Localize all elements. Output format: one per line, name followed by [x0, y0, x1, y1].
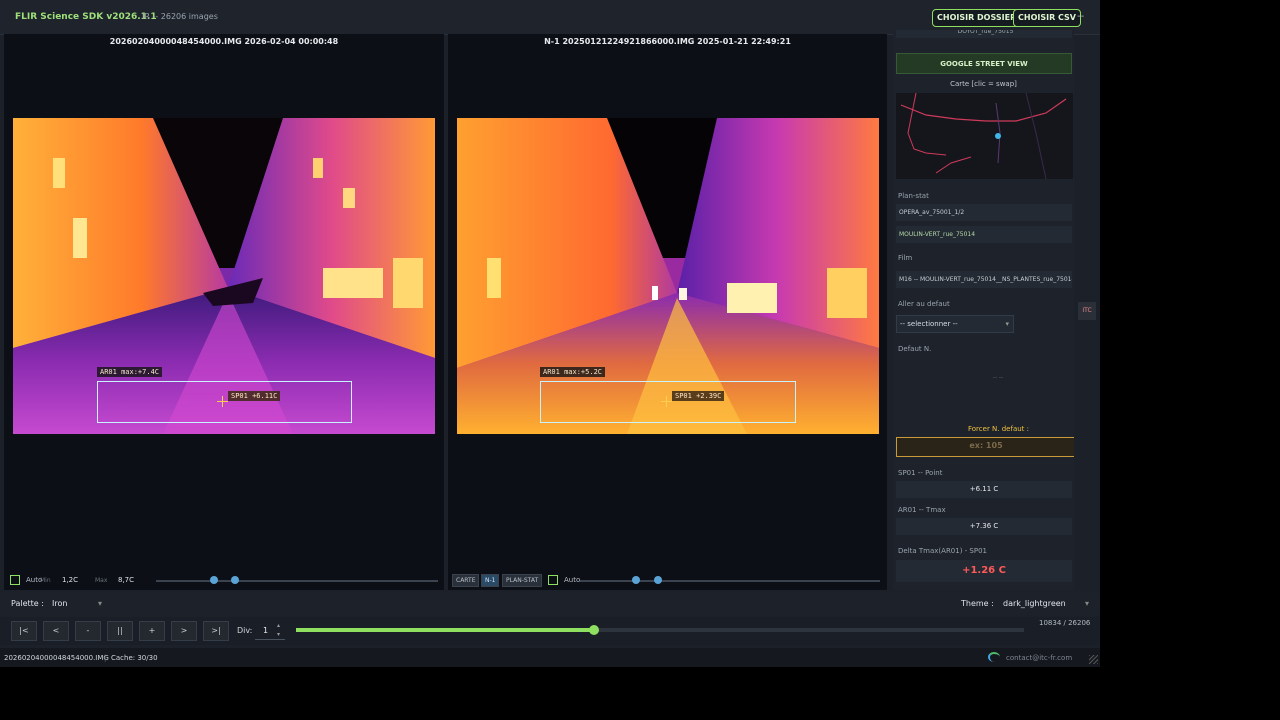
- next-frame-button[interactable]: >: [171, 621, 197, 641]
- transport-bar: |< < - || + > >| Div: 1 ▴ ▾ 10834 / 26206: [0, 617, 1100, 645]
- div-stepper[interactable]: 1 ▴ ▾: [255, 621, 285, 640]
- frame-counter: 10834 / 26206: [1039, 619, 1091, 627]
- itc-badge[interactable]: ITC: [1078, 302, 1096, 320]
- ar-tmax-label: AR01 -- Tmax: [898, 506, 946, 514]
- right-viewer-title: N-1 20250121224921866000.IMG 2025-01-21 …: [544, 37, 791, 46]
- right-auto-label: Auto: [564, 576, 581, 584]
- div-label: Div:: [237, 626, 253, 635]
- sidebar: DOYOT_rue_75015 GOOGLE STREET VIEW Carte…: [893, 30, 1074, 590]
- plan-stat-button[interactable]: PLAN-STAT: [502, 574, 543, 587]
- left-max-label: Max: [95, 577, 108, 584]
- chevron-down-icon: ▾: [1005, 320, 1009, 328]
- pause-button[interactable]: ||: [107, 621, 133, 641]
- force-default-input[interactable]: ex: 105: [896, 437, 1074, 457]
- right-spot-label: SP01 +2.39C: [672, 391, 725, 401]
- right-spot-crosshair-icon[interactable]: [661, 396, 672, 407]
- ar-tmax-value: +7.36 C: [896, 518, 1072, 535]
- left-auto-checkbox[interactable]: [10, 575, 20, 585]
- itc-logo-icon: [988, 652, 1000, 662]
- plan-stat-label: Plan-stat: [898, 192, 929, 200]
- contact-link[interactable]: contact@itc-fr.com: [1006, 654, 1072, 662]
- google-street-view-button[interactable]: GOOGLE STREET VIEW: [896, 53, 1072, 74]
- goto-default-label: Aller au defaut: [898, 300, 950, 308]
- prev-frame-button[interactable]: <: [43, 621, 69, 641]
- ir-image-count: IR -- 26206 images: [142, 12, 218, 21]
- sp-point-value: +6.11 C: [896, 481, 1072, 498]
- film-value[interactable]: M16 -- MOULIN-VERT_rue_75014__NS_PLANTES…: [896, 271, 1072, 288]
- palette-label: Palette :: [11, 599, 44, 608]
- film-label: Film: [898, 254, 913, 262]
- theme-select-value: dark_lightgreen: [1003, 599, 1066, 608]
- frame-progress-fill: [296, 628, 595, 632]
- status-bar: 20260204000048454000.IMG | Cache: 30/30 …: [0, 648, 1100, 667]
- right-roi-label: AR01 max:+5.2C: [540, 367, 606, 377]
- right-auto-checkbox[interactable]: [548, 575, 558, 585]
- map-routes: [900, 92, 1067, 180]
- div-value: 1: [263, 626, 269, 635]
- force-default-placeholder: ex: 105: [969, 441, 1003, 450]
- plan-stat-item-2[interactable]: MOULIN-VERT_rue_75014: [896, 226, 1072, 243]
- stepper-arrows-icon: ▴ ▾: [277, 622, 281, 638]
- goto-default-select-value: -- selectionner --: [900, 320, 958, 328]
- right-range-min-thumb[interactable]: [632, 576, 640, 584]
- right-control-bar: CARTE N-1 PLAN-STAT Auto: [452, 571, 882, 589]
- left-range-slider-track[interactable]: [156, 580, 438, 582]
- status-file: 20260204000048454000.IMG: [4, 654, 109, 662]
- default-number-value: -- --: [992, 374, 1004, 381]
- left-spot-crosshair-icon[interactable]: [217, 396, 228, 407]
- left-viewer-title: 20260204000048454000.IMG 2026-02-04 00:0…: [109, 37, 339, 46]
- status-cache: Cache: 30/30: [111, 654, 158, 662]
- left-control-bar: Auto Min 1,2C Max 8,7C: [8, 571, 438, 589]
- menu-button[interactable]: --: [1077, 11, 1084, 22]
- left-roi-label: AR01 max:+7.4C: [97, 367, 163, 377]
- sp-point-label: SP01 -- Point: [898, 469, 943, 477]
- choose-csv-button[interactable]: CHOISIR CSV: [1013, 9, 1081, 27]
- left-min-label: Min: [40, 577, 51, 584]
- frame-progress-thumb[interactable]: [589, 625, 600, 635]
- sidebar-truncated-street: DOYOT_rue_75015: [896, 30, 1072, 38]
- right-range-slider-track[interactable]: [580, 580, 880, 582]
- step-plus-button[interactable]: +: [139, 621, 165, 641]
- carte-button[interactable]: CARTE: [452, 574, 480, 587]
- chevron-down-icon: ▾: [97, 599, 102, 608]
- first-frame-button[interactable]: |<: [11, 621, 37, 641]
- right-range-max-thumb[interactable]: [654, 576, 662, 584]
- n1-button[interactable]: N-1: [481, 574, 500, 587]
- app-title: FLIR Science SDK v2026.1.1: [15, 12, 157, 22]
- app-window: FLIR Science SDK v2026.1.1 IR -- 26206 i…: [0, 0, 1100, 667]
- left-spot-label: SP01 +6.11C: [228, 391, 281, 401]
- step-minus-button[interactable]: -: [75, 621, 101, 641]
- theme-select[interactable]: dark_lightgreen ▾: [999, 596, 1093, 611]
- palette-select[interactable]: Iron ▾: [48, 596, 106, 611]
- left-range-min-thumb[interactable]: [210, 576, 218, 584]
- chevron-down-icon: ▾: [1084, 599, 1089, 608]
- resize-grip-icon[interactable]: [1089, 655, 1098, 664]
- force-default-label: Forcer N. defaut :: [968, 425, 1029, 433]
- frame-progress-track[interactable]: [296, 625, 1024, 635]
- status-separator: |: [104, 654, 107, 662]
- goto-default-select[interactable]: -- selectionner -- ▾: [896, 315, 1014, 333]
- right-thermal-image[interactable]: AR01 max:+5.2C SP01 +2.39C: [457, 118, 879, 434]
- palette-select-value: Iron: [52, 599, 68, 608]
- map-title: Carte [clic = swap]: [950, 80, 1017, 88]
- theme-label: Theme :: [961, 599, 994, 608]
- delta-label: Delta Tmax(AR01) - SP01: [898, 547, 987, 555]
- map-position-icon: [995, 133, 1001, 139]
- options-bar: Palette : Iron ▾ Theme : dark_lightgreen…: [0, 593, 1100, 615]
- left-min-value[interactable]: 1,2C: [62, 576, 78, 584]
- default-number-label: Defaut N.: [898, 345, 932, 353]
- mini-map[interactable]: [896, 92, 1073, 180]
- delta-value: +1.26 C: [896, 560, 1072, 582]
- left-thermal-image[interactable]: AR01 max:+7.4C SP01 +6.11C: [13, 118, 435, 434]
- plan-stat-item-1[interactable]: OPERA_av_75001_1/2: [896, 204, 1072, 221]
- choose-folder-button[interactable]: CHOISIR DOSSIER: [932, 9, 1022, 27]
- left-range-max-thumb[interactable]: [231, 576, 239, 584]
- left-max-value[interactable]: 8,7C: [118, 576, 134, 584]
- last-frame-button[interactable]: >|: [203, 621, 229, 641]
